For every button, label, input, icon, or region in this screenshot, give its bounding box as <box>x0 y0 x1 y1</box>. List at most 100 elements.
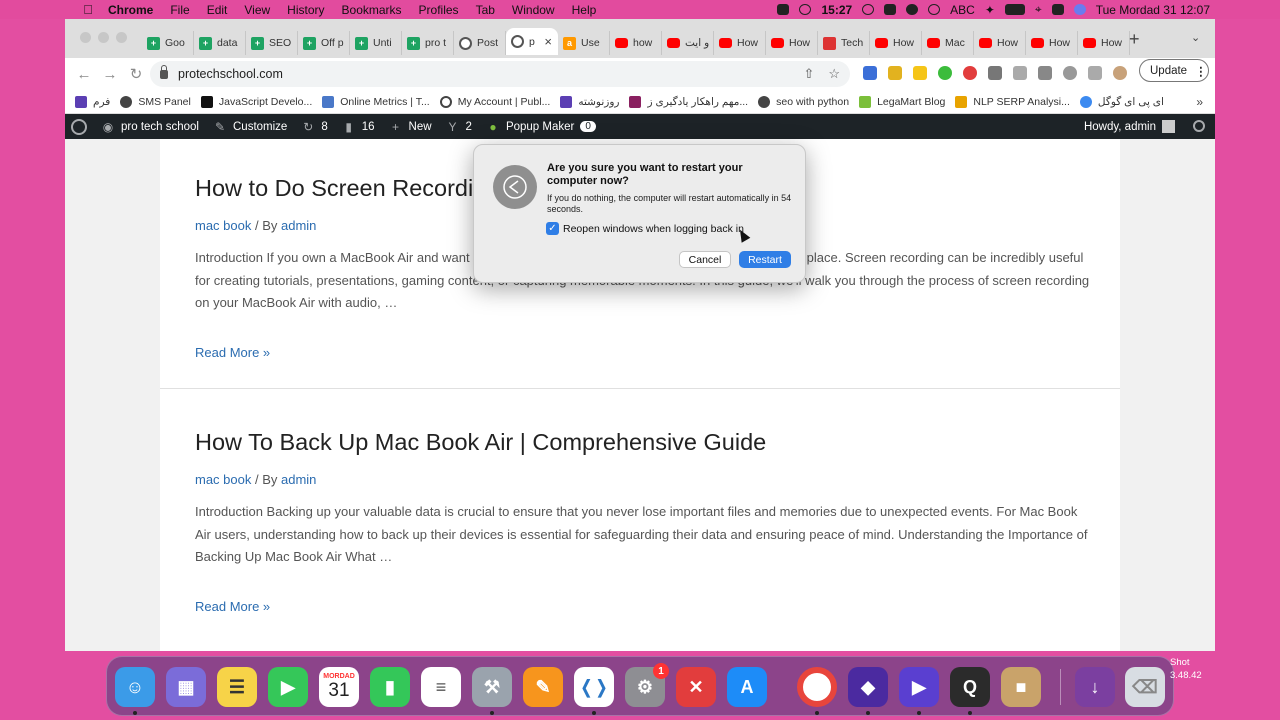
url-text[interactable]: protechschool.com <box>178 67 283 81</box>
bookmark-item[interactable]: JavaScript Develo... <box>200 95 312 108</box>
menu-file[interactable]: File <box>170 3 189 17</box>
sidepanel-icon[interactable] <box>1088 66 1102 80</box>
download-icon[interactable] <box>1038 66 1052 80</box>
reminders-icon[interactable]: ≡ <box>421 667 461 707</box>
more-vertical-icon[interactable]: ⋮ <box>1195 64 1207 78</box>
keyboard-icon[interactable] <box>884 4 897 15</box>
input-source[interactable]: ABC <box>950 3 975 17</box>
category-link[interactable]: mac book <box>195 472 251 487</box>
search-icon[interactable] <box>1193 120 1205 132</box>
reopen-windows-checkbox[interactable]: ✓ Reopen windows when logging back in <box>546 222 744 235</box>
admin-comments-link[interactable]: ▮ 16 <box>342 120 374 134</box>
battery-icon[interactable] <box>1004 4 1025 15</box>
zoom-window-button[interactable] <box>116 32 127 43</box>
tab[interactable]: Post <box>454 31 506 55</box>
reload-button[interactable]: ↻ <box>123 65 149 83</box>
control-center-icon[interactable] <box>1051 4 1064 15</box>
tab[interactable]: How <box>974 31 1026 55</box>
author-link[interactable]: admin <box>281 472 316 487</box>
tab[interactable]: Mac <box>922 31 974 55</box>
menu-history[interactable]: History <box>287 3 324 17</box>
launchpad-icon[interactable]: ▦ <box>166 667 206 707</box>
obsidian-icon[interactable]: ◆ <box>848 667 888 707</box>
extension-icon[interactable] <box>963 66 977 80</box>
wordpress-logo-icon[interactable] <box>71 118 87 135</box>
post-title[interactable]: How To Back Up Mac Book Air | Comprehens… <box>195 429 1090 456</box>
read-more-link[interactable]: Read More » <box>195 599 1090 614</box>
bookmark-item[interactable]: SMS Panel <box>120 95 191 108</box>
script-editor-icon[interactable]: ⚒ <box>472 667 512 707</box>
tab[interactable]: و ایت <box>662 31 714 55</box>
tab[interactable]: How <box>870 31 922 55</box>
datetime[interactable]: Tue Mordad 31 12:07 <box>1096 3 1210 17</box>
extension-icon[interactable] <box>938 66 952 80</box>
category-link[interactable]: mac book <box>195 218 251 233</box>
google-icon[interactable] <box>1063 66 1077 80</box>
bluetooth-icon[interactable]: ✦ <box>985 3 995 17</box>
menu-window[interactable]: Window <box>512 3 555 17</box>
menu-profiles[interactable]: Profiles <box>419 3 459 17</box>
lock-icon[interactable] <box>160 64 168 79</box>
menu-app-name[interactable]: Chrome <box>108 3 153 17</box>
bookmark-item[interactable]: NLP SERP Analysi... <box>955 95 1070 108</box>
tab[interactable]: how <box>610 31 662 55</box>
tab-search-chevron-icon[interactable]: ⌄ <box>1191 31 1200 44</box>
admin-account[interactable]: Howdy, admin <box>1084 120 1175 133</box>
tab-active[interactable]: p × <box>506 28 558 55</box>
bookmark-item[interactable]: My Account | Publ... <box>439 95 550 108</box>
facetime-icon[interactable]: ▶ <box>268 667 308 707</box>
finder-icon[interactable]: ☺ <box>115 667 155 707</box>
update-button[interactable]: Update ⋮ <box>1139 59 1209 82</box>
admin-site-link[interactable]: ◉ pro tech school <box>101 120 199 134</box>
quicktime-icon[interactable]: Q <box>950 667 990 707</box>
tab[interactable]: a Use <box>558 31 610 55</box>
address-bar[interactable]: protechschool.com ⇧ ☆ <box>150 61 850 87</box>
menu-help[interactable]: Help <box>572 3 597 17</box>
close-window-button[interactable] <box>80 32 91 43</box>
share-icon[interactable]: ⇧ <box>803 66 814 82</box>
forward-button[interactable]: → <box>97 66 123 83</box>
restart-button[interactable]: Restart <box>739 251 791 268</box>
back-button[interactable]: ← <box>71 66 97 83</box>
minimize-window-button[interactable] <box>98 32 109 43</box>
puzzle-icon[interactable] <box>988 66 1002 80</box>
author-link[interactable]: admin <box>281 218 316 233</box>
wifi-icon[interactable]: ⌖ <box>1035 2 1042 17</box>
bookmark-item[interactable]: seo with python <box>758 95 849 108</box>
tab[interactable]: + SEO <box>246 31 298 55</box>
tab[interactable]: How <box>766 31 818 55</box>
tab[interactable]: How <box>714 31 766 55</box>
archive-utility-icon[interactable]: ■ <box>1001 667 1041 707</box>
notes-icon[interactable]: ☰ <box>217 667 257 707</box>
app-store-icon[interactable]: A <box>727 667 767 707</box>
read-more-link[interactable]: Read More » <box>195 345 1090 360</box>
record-icon[interactable] <box>777 4 790 15</box>
tab[interactable]: Tech <box>818 31 870 55</box>
numbers-icon[interactable]: ▮ <box>370 667 410 707</box>
extension-icon[interactable] <box>863 66 877 80</box>
admin-new-link[interactable]: + New <box>389 120 432 134</box>
admin-yoast-link[interactable]: Y2 <box>446 120 472 134</box>
chrome-icon[interactable] <box>797 667 837 707</box>
menu-view[interactable]: View <box>244 3 270 17</box>
menu-edit[interactable]: Edit <box>207 3 228 17</box>
vpn-icon[interactable] <box>799 4 812 15</box>
admin-updates-link[interactable]: ↻ 8 <box>301 120 327 134</box>
admin-popup-maker-link[interactable]: ● Popup Maker 0 <box>486 120 596 134</box>
reading-list-icon[interactable] <box>1013 66 1027 80</box>
tab[interactable]: How <box>1026 31 1078 55</box>
checkmark-icon[interactable]: ✓ <box>546 222 559 235</box>
downloads-folder-icon[interactable]: ↓ <box>1075 667 1115 707</box>
extension-icon[interactable] <box>913 66 927 80</box>
apple-icon[interactable]:  <box>78 2 98 17</box>
bookmark-item[interactable]: ای پی ای گوگل <box>1079 95 1164 108</box>
profile-avatar[interactable] <box>1113 66 1127 80</box>
xmind-icon[interactable]: ✕ <box>676 667 716 707</box>
bookmark-item[interactable]: روزنوشته <box>560 95 619 108</box>
bookmark-star-icon[interactable]: ☆ <box>828 66 840 82</box>
menu-tab[interactable]: Tab <box>476 3 495 17</box>
tab[interactable]: + Unti <box>350 31 402 55</box>
more-bookmarks-icon[interactable]: » <box>1196 95 1203 109</box>
tab[interactable]: + Goo <box>142 31 194 55</box>
vscode-icon[interactable]: ❬❭ <box>574 667 614 707</box>
